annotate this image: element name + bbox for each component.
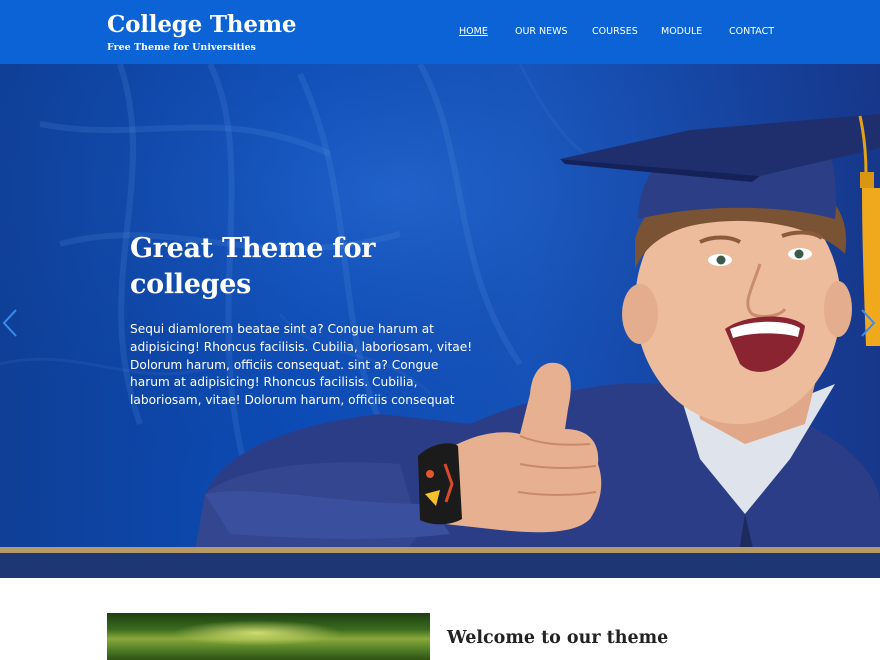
chevron-right-icon bbox=[861, 309, 876, 337]
slider-prev-button[interactable] bbox=[0, 308, 20, 338]
hero-heading: Great Theme for colleges bbox=[130, 233, 376, 300]
nav-item-contact[interactable]: CONTACT bbox=[729, 26, 774, 38]
nav-item-our-news[interactable]: OUR NEWS bbox=[515, 26, 568, 38]
nav-item-courses[interactable]: COURSES bbox=[592, 26, 638, 38]
hero-slider: Great Theme for colleges Sequi diamlorem… bbox=[0, 64, 880, 578]
welcome-heading: Welcome to our theme bbox=[447, 628, 669, 648]
slider-next-button[interactable] bbox=[858, 308, 878, 338]
welcome-image bbox=[107, 613, 430, 660]
hero-bottom-band bbox=[0, 553, 880, 578]
hero-caption: Great Theme for colleges Sequi diamlorem… bbox=[130, 231, 475, 410]
nav-item-module[interactable]: MODULE bbox=[661, 26, 702, 38]
chevron-left-icon bbox=[2, 309, 17, 337]
site-header: College Theme Free Theme for Universitie… bbox=[0, 0, 880, 64]
site-tagline: Free Theme for Universities bbox=[107, 42, 256, 53]
hero-body-text: Sequi diamlorem beatae sint a? Congue ha… bbox=[130, 322, 473, 408]
nav-item-home[interactable]: HOME bbox=[459, 26, 488, 38]
main-nav: HOME OUR NEWS COURSES MODULE CONTACT bbox=[0, 26, 880, 40]
